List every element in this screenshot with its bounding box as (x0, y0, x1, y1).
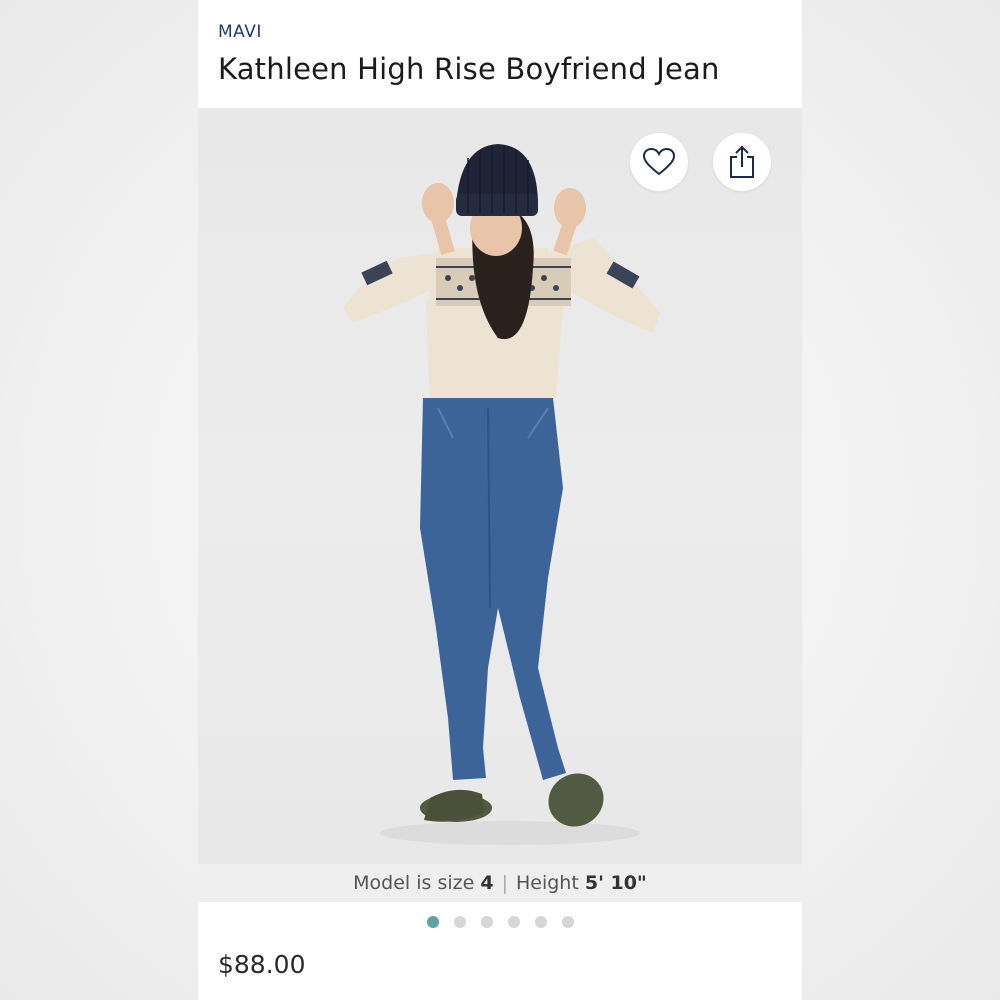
product-title: Kathleen High Rise Boyfriend Jean (218, 52, 720, 86)
heart-icon (642, 147, 676, 176)
carousel-dots (198, 916, 802, 928)
product-card: MAVI Kathleen High Rise Boyfriend Jean M… (198, 0, 802, 1000)
model-height: 5' 10" (584, 872, 647, 894)
carousel-dot-4[interactable] (507, 916, 520, 928)
product-price: $88.00 (218, 950, 306, 979)
favorite-button[interactable] (630, 133, 688, 191)
model-photo (343, 144, 660, 845)
model-size-caption: Model is size 4 | Height 5' 10" (198, 864, 802, 902)
caption-separator: | (501, 872, 508, 894)
share-icon (730, 145, 754, 178)
carousel-dot-2[interactable] (453, 916, 466, 928)
carousel-dot-6[interactable] (561, 916, 574, 928)
model-size: 4 (480, 872, 494, 894)
share-button[interactable] (713, 133, 771, 191)
caption-prefix: Model is size (353, 872, 475, 894)
carousel-dot-3[interactable] (480, 916, 493, 928)
brand-name[interactable]: MAVI (218, 22, 262, 42)
height-label: Height (515, 872, 579, 894)
carousel-dot-1[interactable] (426, 916, 439, 928)
product-image[interactable] (198, 108, 802, 864)
carousel-dot-5[interactable] (534, 916, 547, 928)
